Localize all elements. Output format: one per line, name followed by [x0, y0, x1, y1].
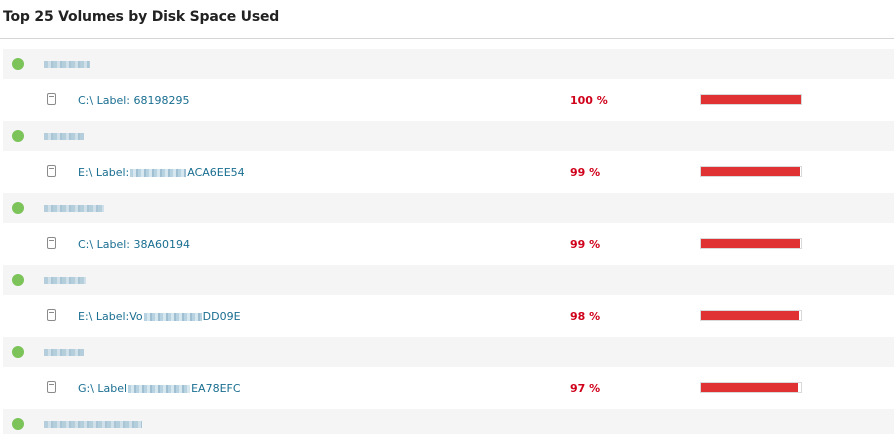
node-row[interactable] [3, 409, 894, 434]
volume-row: G:\ Label EA78EFC 97 % [3, 367, 894, 409]
volume-label: E:\ Label: [78, 166, 130, 179]
percent-used: 99 % [570, 166, 601, 179]
title-divider [0, 38, 894, 39]
usage-bar-fill [701, 311, 799, 320]
node-name-redacted[interactable] [44, 133, 84, 140]
volume-row: E:\ Label: ACA6EE54 99 % [3, 151, 894, 193]
percent-used: 99 % [570, 238, 601, 251]
node-row[interactable] [3, 193, 894, 223]
volume-row: C:\ Label: 38A60194 99 % [3, 223, 894, 265]
disk-volume-icon [47, 237, 56, 249]
volume-row: E:\ Label:Vo DD09E 98 % [3, 295, 894, 337]
volume-link[interactable]: E:\ Label:Vo DD09E [78, 310, 241, 323]
status-up-icon [12, 418, 24, 430]
percent-used: 97 % [570, 382, 601, 395]
volume-label: E:\ Label:Vo [78, 310, 143, 323]
node-name-redacted[interactable] [44, 349, 84, 356]
percent-used: 100 % [570, 94, 608, 107]
usage-bar [700, 382, 802, 393]
redacted-text [130, 168, 187, 177]
node-row[interactable] [3, 337, 894, 367]
redacted-text [128, 384, 191, 393]
status-up-icon [12, 202, 24, 214]
usage-bar-fill [701, 167, 800, 176]
disk-volume-icon [47, 93, 56, 105]
usage-bar [700, 238, 802, 249]
status-up-icon [12, 274, 24, 286]
redacted-text [143, 312, 202, 321]
status-up-icon [12, 346, 24, 358]
volume-label: C:\ Label: 68198295 [78, 94, 190, 107]
volume-link[interactable]: C:\ Label: 68198295 [78, 94, 189, 107]
node-row[interactable] [3, 265, 894, 295]
status-up-icon [12, 130, 24, 142]
usage-bar [700, 310, 802, 321]
status-up-icon [12, 58, 24, 70]
disk-volume-icon [47, 381, 56, 393]
volume-link[interactable]: G:\ Label EA78EFC [78, 382, 241, 395]
volume-label-suffix: EA78EFC [191, 382, 241, 395]
node-name-redacted[interactable] [44, 277, 86, 284]
disk-volume-icon [47, 165, 56, 177]
volume-label: C:\ Label: 38A60194 [78, 238, 190, 251]
volume-label-suffix: DD09E [202, 310, 241, 323]
volume-label: G:\ Label [78, 382, 128, 395]
node-row[interactable] [3, 49, 894, 79]
usage-bar-fill [701, 239, 800, 248]
usage-bar-fill [701, 383, 798, 392]
percent-used: 98 % [570, 310, 601, 323]
volume-link[interactable]: C:\ Label: 38A60194 [78, 238, 190, 251]
volume-row: C:\ Label: 68198295 100 % [3, 79, 894, 121]
node-name-redacted[interactable] [44, 205, 104, 212]
panel-title: Top 25 Volumes by Disk Space Used [3, 9, 280, 25]
node-name-redacted[interactable] [44, 421, 142, 428]
node-row[interactable] [3, 121, 894, 151]
disk-volume-icon [47, 309, 56, 321]
volume-link[interactable]: E:\ Label: ACA6EE54 [78, 166, 245, 179]
usage-bar [700, 166, 802, 177]
node-name-redacted[interactable] [44, 61, 90, 68]
usage-bar-fill [701, 95, 801, 104]
usage-bar [700, 94, 802, 105]
volume-label-suffix: ACA6EE54 [187, 166, 245, 179]
